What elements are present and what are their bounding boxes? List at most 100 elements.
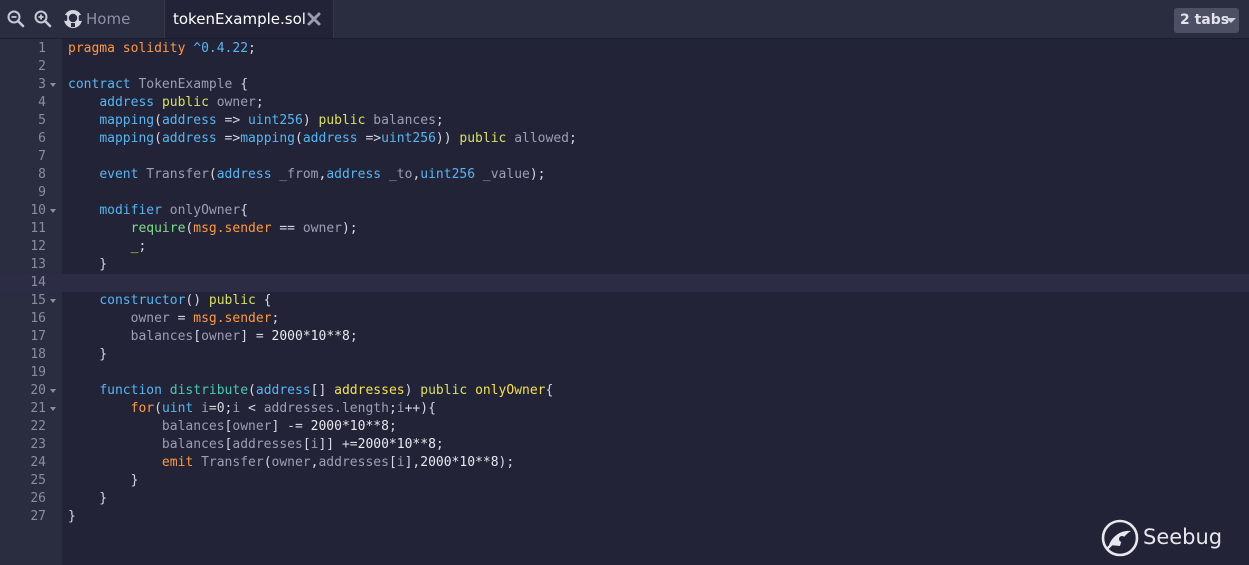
code-token: emit (161, 455, 194, 470)
code-text: } (68, 508, 76, 526)
code-line[interactable]: 7 (0, 148, 1249, 166)
code-line[interactable]: 19 (0, 364, 1249, 382)
code-line[interactable]: 1 pragma solidity ^0.4.22; (0, 40, 1249, 58)
code-token: owner (271, 455, 311, 470)
home-tab-label[interactable]: Home (86, 10, 130, 29)
code-line[interactable]: 20 function distribute(address[] address… (0, 382, 1249, 400)
fold-caret-icon[interactable] (50, 299, 56, 303)
code-line[interactable]: 9 (0, 184, 1249, 202)
tabs-dropdown-button[interactable]: 2 tabs (1174, 8, 1239, 33)
code-token: =0; (208, 401, 233, 416)
code-line[interactable]: 21 for(uint i=0;i < addresses.length;i++… (0, 400, 1249, 418)
code-token: ( (248, 383, 256, 398)
code-line[interactable]: 14 (0, 274, 1249, 292)
line-number: 7 (38, 149, 46, 164)
code-line[interactable]: 10 modifier onlyOwner{ (0, 202, 1249, 220)
code-line[interactable]: 6 mapping(address =>mapping(address =>ui… (0, 130, 1249, 148)
code-token: ; (349, 329, 358, 344)
code-line[interactable]: 18 } (0, 346, 1249, 364)
code-token: i (201, 401, 209, 416)
code-text: constructor() public { (68, 292, 271, 310)
line-number: 18 (30, 347, 46, 362)
zoom-in-icon[interactable] (33, 9, 53, 29)
code-line[interactable]: 23 balances[addresses[i]] +=2000*10**8; (0, 436, 1249, 454)
code-token: public (459, 131, 507, 146)
code-token: owner (130, 311, 170, 326)
fold-caret-icon[interactable] (50, 209, 56, 213)
zoom-out-icon[interactable] (6, 9, 26, 29)
code-token: ; (435, 113, 444, 128)
code-token: 2000*10**8 (271, 329, 350, 344)
code-line[interactable]: 4 address public owner; (0, 94, 1249, 112)
line-number: 26 (30, 491, 46, 506)
code-line[interactable]: 11 require(msg.sender == owner); (0, 220, 1249, 238)
code-line[interactable]: 17 balances[owner] = 2000*10**8; (0, 328, 1249, 346)
fold-caret-icon[interactable] (50, 389, 56, 393)
code-token: Transfer (146, 167, 209, 182)
code-token: i (396, 401, 405, 416)
line-number: 17 (30, 329, 46, 344)
code-token: uint256 (420, 167, 476, 182)
code-token: ); (498, 455, 515, 470)
close-icon[interactable] (306, 11, 322, 27)
code-token: mapping (99, 131, 155, 146)
code-line[interactable]: 16 owner = msg.sender; (0, 310, 1249, 328)
fold-caret-icon[interactable] (50, 83, 56, 87)
code-line[interactable]: 24 emit Transfer(owner,addresses[i],2000… (0, 454, 1249, 472)
code-text: _; (68, 238, 147, 256)
chevron-down-icon (1226, 18, 1236, 23)
code-text: balances[addresses[i]] +=2000*10**8; (68, 436, 444, 454)
code-token: () (185, 293, 209, 308)
code-line[interactable]: 12 _; (0, 238, 1249, 256)
code-token: for (130, 401, 155, 416)
code-token: addresses (318, 455, 389, 470)
code-token: ( (208, 167, 217, 182)
code-text: function distribute(address[] addresses)… (68, 382, 553, 400)
code-token: owner (232, 419, 272, 434)
code-text: mapping(address => uint256) public balan… (68, 112, 444, 130)
line-number: 9 (38, 185, 46, 200)
code-line[interactable]: 13 } (0, 256, 1249, 274)
code-token: distribute (169, 383, 249, 398)
code-text: require(msg.sender == owner); (68, 220, 358, 238)
code-text: mapping(address =>mapping(address =>uint… (68, 130, 577, 148)
fold-caret-icon[interactable] (50, 407, 56, 411)
code-line[interactable]: 8 event Transfer(address _from,address _… (0, 166, 1249, 184)
code-token: ] = (240, 329, 272, 344)
code-line[interactable]: 2 (0, 58, 1249, 76)
code-token: ( (154, 401, 162, 416)
code-token: => (216, 131, 241, 146)
code-line[interactable]: 27} (0, 508, 1249, 526)
code-line[interactable]: 25 } (0, 472, 1249, 490)
code-token: msg.sender (193, 311, 272, 326)
code-line[interactable]: 5 mapping(address => uint256) public bal… (0, 112, 1249, 130)
tab-label: tokenExample.sol (173, 10, 306, 28)
line-number: 27 (30, 509, 46, 524)
code-token: address (255, 383, 311, 398)
code-token: ; (569, 131, 577, 146)
line-number: 11 (30, 221, 46, 236)
code-text: emit Transfer(owner,addresses[i],2000*10… (68, 454, 514, 472)
code-line[interactable]: 15 constructor() public { (0, 292, 1249, 310)
code-token: } (68, 491, 108, 506)
code-token: => (216, 113, 249, 128)
line-number: 13 (30, 257, 46, 272)
code-line[interactable]: 22 balances[owner] -= 2000*10**8; (0, 418, 1249, 436)
code-text: } (68, 472, 139, 490)
home-icon[interactable] (62, 8, 84, 30)
code-line[interactable]: 26 } (0, 490, 1249, 508)
code-token: [] (310, 383, 335, 398)
code-token: address (99, 95, 155, 110)
code-line[interactable]: 3 contract TokenExample { (0, 76, 1249, 94)
tab-tokenexample-sol[interactable]: tokenExample.sol (164, 0, 334, 38)
code-token: uint256 (381, 131, 436, 146)
code-token: solidity (122, 41, 186, 56)
